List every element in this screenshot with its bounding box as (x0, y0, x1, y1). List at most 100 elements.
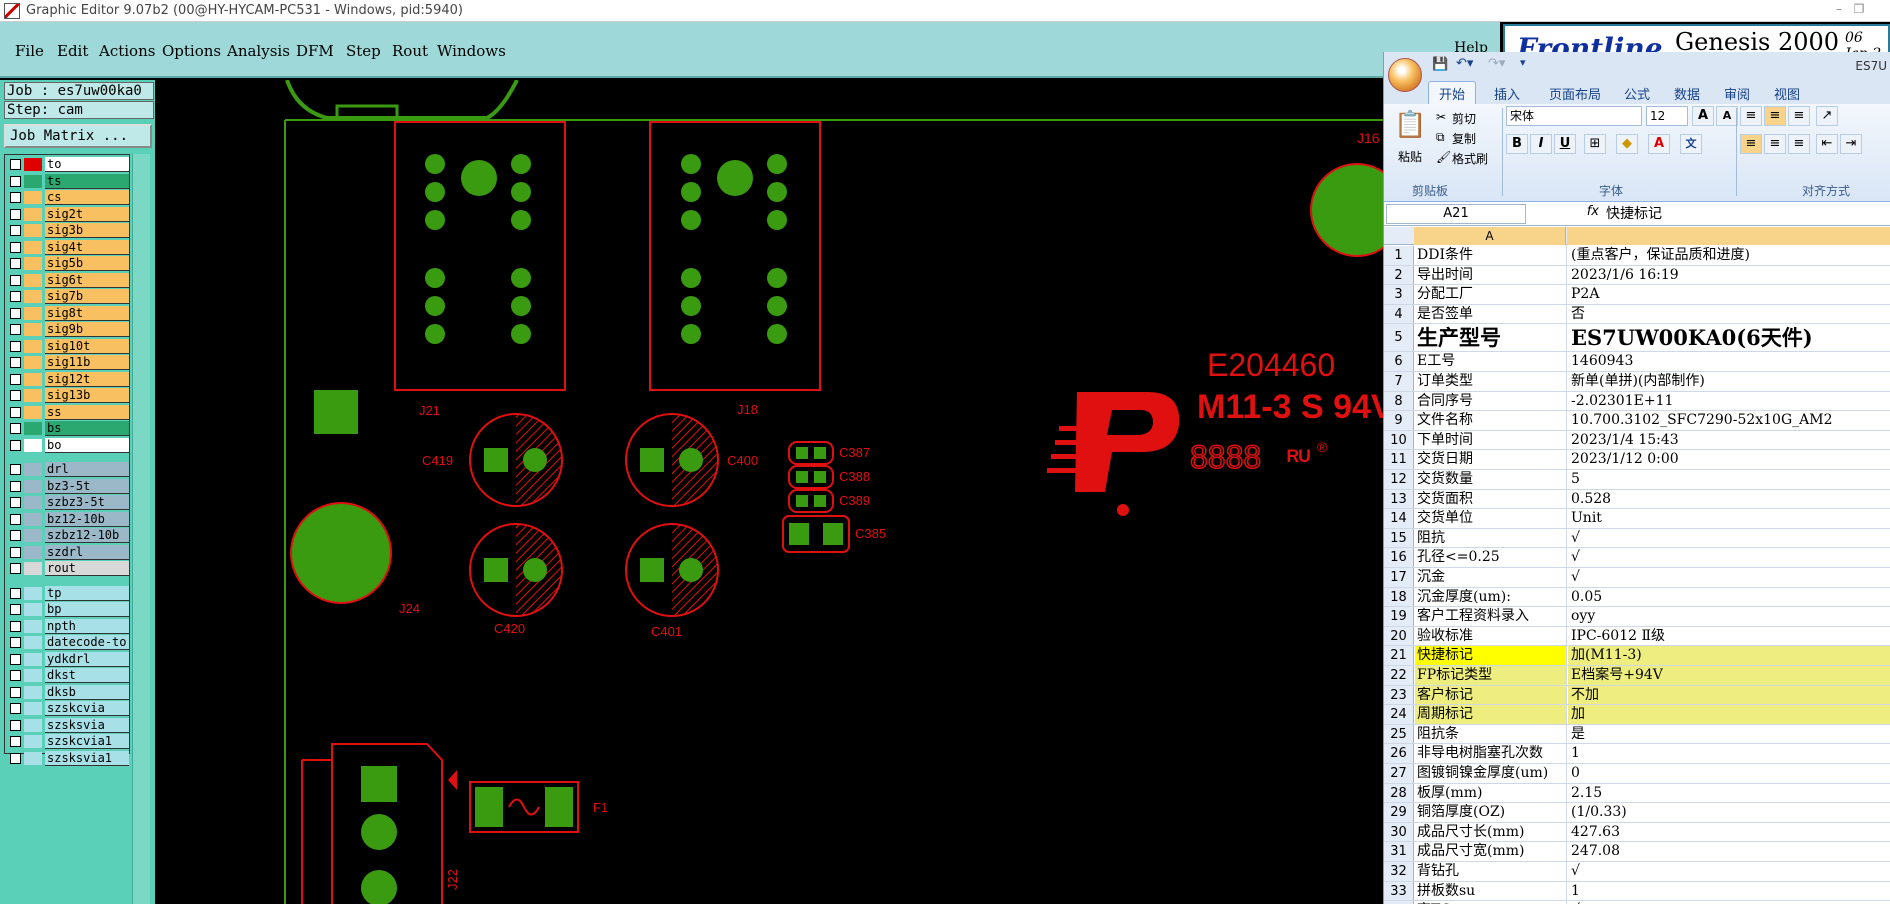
layer-checkbox[interactable] (10, 752, 21, 764)
layer-checkbox[interactable] (10, 423, 21, 434)
row-number[interactable]: 33 (1384, 881, 1414, 901)
layer-row[interactable]: bz12-10b (7, 511, 129, 527)
layer-name[interactable]: bs (45, 421, 129, 436)
cell-a[interactable]: 沉金厚度(um): (1415, 587, 1567, 607)
tab-view[interactable]: 视图 (1774, 84, 1800, 103)
row-number[interactable]: 26 (1384, 744, 1414, 763)
redo-icon[interactable]: ↷▾ (1488, 56, 1505, 71)
cell-a[interactable]: 交货面积 (1415, 489, 1567, 509)
cell-a[interactable]: 图镀铜镍金厚度(um) (1415, 764, 1567, 783)
layer-name[interactable]: tp (45, 585, 129, 601)
layer-checkbox[interactable] (10, 373, 21, 385)
layer-row[interactable]: bs (7, 421, 129, 436)
cell-b[interactable]: 247.08 (1568, 842, 1890, 861)
tab-home[interactable]: 开始 (1428, 81, 1477, 104)
layer-color-swatch[interactable] (24, 191, 42, 204)
cell-b[interactable]: 10.700.3102_SFC7290-52x10G_AM2 (1568, 411, 1890, 430)
format-painter-icon[interactable]: 🖌 (1436, 150, 1451, 164)
layer-row[interactable]: tp (7, 585, 129, 601)
layer-row[interactable]: rout (7, 561, 129, 576)
layer-checkbox[interactable] (10, 670, 21, 681)
layer-row[interactable]: szsksvia (7, 717, 129, 733)
menu-actions[interactable]: Actions (99, 42, 155, 60)
layer-color-swatch[interactable] (24, 372, 42, 386)
menu-options[interactable]: Options (162, 42, 221, 60)
row-number[interactable]: 7 (1384, 372, 1414, 391)
cell-b[interactable]: 否 (1568, 305, 1890, 324)
layer-name[interactable]: szskcvia1 (45, 734, 129, 749)
layer-row[interactable]: cs (7, 190, 129, 205)
cell-b[interactable]: P2A (1568, 285, 1890, 304)
cell-a[interactable]: 客户工程资料录入 (1415, 607, 1567, 626)
layer-name[interactable]: sig5b (45, 256, 129, 271)
menu-analysis[interactable]: Analysis (227, 42, 290, 60)
row-number[interactable]: 23 (1384, 685, 1414, 705)
layer-checkbox[interactable] (10, 274, 21, 286)
layer-name[interactable]: sig7b (45, 289, 129, 304)
cell-b[interactable]: Unit (1568, 509, 1890, 528)
layer-color-swatch[interactable] (24, 438, 42, 452)
layer-checkbox[interactable] (10, 719, 21, 731)
layer-color-swatch[interactable] (24, 463, 42, 476)
fx-icon[interactable]: fx (1539, 204, 1599, 224)
layer-name[interactable]: bz12-10b (45, 511, 129, 527)
cell-a[interactable]: 导出时间 (1415, 265, 1567, 285)
layer-color-swatch[interactable] (24, 273, 42, 287)
layer-name[interactable]: ss (45, 404, 129, 420)
paste-button[interactable]: 粘贴 (1398, 148, 1422, 165)
layer-name[interactable]: sig8t (45, 305, 129, 321)
layer-color-swatch[interactable] (24, 158, 42, 171)
cell-b[interactable]: 5 (1568, 470, 1890, 489)
cell-a[interactable]: 下单时间 (1415, 430, 1567, 450)
cell-a[interactable]: 生产型号 (1415, 324, 1567, 352)
layer-row[interactable]: sig2t (7, 206, 129, 222)
layer-row[interactable]: bo (7, 437, 129, 453)
cell-b[interactable]: 1 (1568, 744, 1890, 763)
cell-b[interactable]: -2.02301E+11 (1568, 392, 1890, 411)
row-number[interactable]: 29 (1384, 803, 1414, 822)
cell-a[interactable]: 快捷标记 (1415, 646, 1567, 665)
layer-checkbox[interactable] (10, 686, 21, 698)
layer-checkbox[interactable] (10, 546, 21, 558)
layer-color-swatch[interactable] (24, 702, 42, 715)
layer-checkbox[interactable] (10, 620, 21, 632)
name-box[interactable]: A21 (1386, 204, 1526, 224)
layer-name[interactable]: szbz3-5t (45, 495, 129, 510)
layer-color-swatch[interactable] (24, 422, 42, 435)
cell-a[interactable]: 成品尺寸宽(mm) (1415, 842, 1567, 861)
row-number[interactable]: 14 (1384, 509, 1414, 528)
row-number[interactable]: 10 (1384, 430, 1414, 450)
layer-name[interactable]: szsksvia (45, 717, 129, 733)
layer-row[interactable]: szskcvia (7, 701, 129, 716)
cell-a[interactable]: 文件名称 (1415, 411, 1567, 430)
layer-checkbox[interactable] (10, 192, 21, 203)
cell-a[interactable]: 交货日期 (1415, 450, 1567, 469)
layer-name[interactable]: drl (45, 462, 129, 477)
row-number[interactable]: 1 (1384, 246, 1414, 265)
layer-color-swatch[interactable] (24, 619, 42, 633)
layer-row[interactable]: sig10t (7, 338, 129, 354)
layer-row[interactable]: drl (7, 462, 129, 477)
cell-a[interactable]: FP标记类型 (1415, 666, 1567, 685)
italic-button[interactable]: I (1530, 134, 1552, 154)
layer-row[interactable]: sig5b (7, 256, 129, 271)
cell-b[interactable]: 0.528 (1568, 490, 1890, 509)
cell-a[interactable]: 拼板数su (1415, 881, 1567, 901)
layer-row[interactable]: sig3b (7, 223, 129, 238)
row-number[interactable]: 24 (1384, 705, 1414, 724)
layer-name[interactable]: npth (45, 618, 129, 634)
tab-insert[interactable]: 插入 (1494, 84, 1520, 103)
cell-b[interactable]: E档案号+94V (1568, 666, 1890, 685)
row-number[interactable]: 20 (1384, 626, 1414, 646)
row-number[interactable]: 22 (1384, 666, 1414, 685)
cell-b[interactable]: IPC-6012 Ⅱ级 (1568, 627, 1890, 646)
decrease-indent-icon[interactable]: ⇤ (1816, 134, 1838, 154)
cell-a[interactable]: 是否签单 (1415, 304, 1567, 324)
paste-icon[interactable]: 📋 (1394, 110, 1426, 140)
minimize-icon[interactable]: – (1830, 2, 1848, 18)
layer-color-swatch[interactable] (24, 751, 42, 765)
copy-icon[interactable]: ⧉ (1436, 130, 1445, 145)
save-icon[interactable]: 💾 (1432, 57, 1448, 72)
layer-name[interactable]: bo (45, 437, 129, 453)
layer-color-swatch[interactable] (24, 207, 42, 221)
